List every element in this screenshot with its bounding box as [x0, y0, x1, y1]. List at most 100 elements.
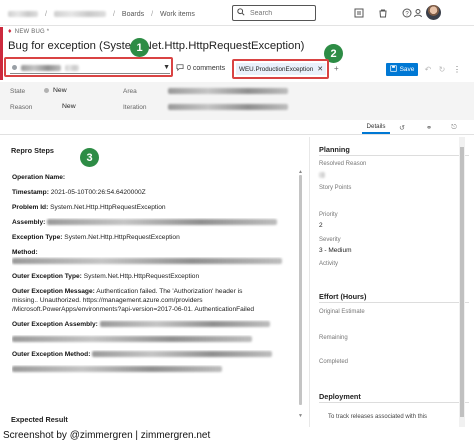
bug-icon: ♦: [8, 28, 12, 35]
repro-steps-title: Repro Steps: [11, 146, 54, 155]
blurred-outer-method: [92, 351, 273, 358]
completed-label: Completed: [319, 359, 349, 365]
blurred-assignee: [21, 64, 61, 71]
planning-divider: [319, 155, 469, 156]
search-input[interactable]: [250, 9, 306, 17]
person-settings-icon[interactable]: [411, 6, 424, 19]
area-label: Area: [123, 88, 137, 95]
repro-line-outer-message-3: /Microsoft.PowerApps/environments?api-ve…: [12, 306, 255, 313]
bag-icon[interactable]: [376, 6, 389, 19]
severity-field[interactable]: 3 - Medium: [319, 247, 352, 254]
list-icon[interactable]: [352, 6, 365, 19]
assigned-to-field[interactable]: ▼: [10, 62, 170, 74]
repro-line-outer-method: Outer Exception Method:: [12, 350, 302, 359]
repro-line-outer-assembly-2: [12, 335, 302, 344]
user-avatar[interactable]: [426, 5, 441, 20]
work-item-type: ♦ NEW BUG *: [8, 28, 50, 35]
search-box[interactable]: [232, 5, 316, 21]
breadcrumb-work-items[interactable]: Work items: [160, 11, 195, 18]
annotation-badge-1: 1: [130, 38, 149, 57]
tab-details[interactable]: Details: [362, 121, 390, 134]
tab-row: Details ↺ ⚭ ⎋: [0, 120, 474, 135]
state-field[interactable]: New: [44, 87, 67, 94]
history-icon[interactable]: ↺: [396, 122, 408, 133]
annotation-badge-3: 3: [80, 148, 99, 167]
original-estimate-label: Original Estimate: [319, 309, 365, 315]
effort-divider: [319, 302, 469, 303]
blurred-org-name[interactable]: [8, 11, 38, 17]
link-icon[interactable]: ⚭: [423, 122, 435, 133]
chevron-down-icon: ▼: [163, 64, 170, 71]
deployment-text: To track releases associated with this: [328, 414, 428, 420]
blurred-outer-method-2: [12, 366, 222, 373]
blurred-assignee-extra: [65, 64, 79, 71]
repro-line-operation: Operation Name:: [12, 174, 66, 181]
iteration-label: Iteration: [123, 104, 147, 111]
close-icon[interactable]: ✕: [317, 65, 323, 73]
area-field[interactable]: [168, 88, 288, 94]
comments-link[interactable]: 0 comments: [176, 64, 225, 73]
search-icon: [237, 8, 245, 18]
blurred-outer-assembly-2: [12, 336, 252, 343]
refresh-icon[interactable]: ↻: [437, 63, 447, 75]
blurred-iteration-path: [168, 104, 288, 110]
add-tag-button[interactable]: +: [334, 64, 339, 73]
blurred-resolved-reason: [319, 172, 325, 179]
repro-steps-field[interactable]: Operation Name: Timestamp: 2021-05-10T00…: [12, 173, 302, 380]
repro-line-outer-method-2: [12, 365, 302, 374]
severity-label: Severity: [319, 237, 341, 243]
repro-line-outer-message: Outer Exception Message: Authentication …: [12, 288, 243, 295]
save-button[interactable]: Save: [386, 63, 418, 76]
story-points-label: Story Points: [319, 185, 352, 191]
repro-line-outer-assembly: Outer Exception Assembly:: [12, 320, 302, 329]
blurred-area-path: [168, 88, 288, 94]
reason-field[interactable]: New: [62, 103, 76, 110]
planning-title: Planning: [319, 145, 350, 154]
priority-field[interactable]: 2: [319, 222, 323, 229]
more-actions-icon[interactable]: ⋮: [452, 63, 462, 75]
breadcrumb-boards[interactable]: Boards: [122, 11, 144, 18]
attachment-icon[interactable]: ⎋: [448, 122, 460, 133]
repro-line-assembly: Assembly:: [12, 218, 302, 227]
repro-scrollbar[interactable]: ▲ ▼: [298, 147, 303, 427]
main-content: Repro Steps 3 Operation Name: Timestamp:…: [0, 137, 309, 427]
state-dot-icon: [44, 88, 49, 93]
scrollbar-thumb[interactable]: [299, 175, 302, 405]
screenshot-credit: Screenshot by @zimmergren | zimmergren.n…: [3, 430, 211, 441]
repro-line-timestamp: Timestamp: 2021-05-10T00:26:54.6420000Z: [12, 189, 146, 196]
reason-label: Reason: [10, 104, 33, 111]
repro-line-outer-message-2: missing.. Unauthorized. https://manageme…: [12, 297, 203, 304]
right-panel: Planning Resolved Reason Story Points Pr…: [309, 137, 474, 427]
right-scrollbar-thumb[interactable]: [460, 147, 464, 417]
remaining-label: Remaining: [319, 335, 348, 341]
resolved-reason-label: Resolved Reason: [319, 161, 367, 167]
repro-line-exception-type: Exception Type: System.Net.Http.HttpRequ…: [12, 234, 180, 241]
resolved-reason-field[interactable]: [319, 172, 325, 179]
breadcrumb: / / Boards / Work items: [8, 9, 195, 19]
repro-line-method: Method:: [12, 249, 38, 256]
activity-label: Activity: [319, 261, 339, 267]
priority-label: Priority: [319, 212, 338, 218]
blurred-project-name[interactable]: [53, 11, 106, 17]
repro-line-method-value: [12, 257, 302, 266]
work-item-title[interactable]: Bug for exception (System.Net.Http.HttpR…: [8, 40, 304, 52]
blurred-assembly: [47, 219, 278, 226]
deployment-divider: [319, 402, 469, 403]
blurred-outer-assembly: [99, 321, 270, 328]
scroll-down-icon[interactable]: ▼: [298, 413, 303, 419]
repro-line-problem-id: Problem Id: System.Net.Http.HttpRequestE…: [12, 204, 166, 211]
effort-title: Effort (Hours): [319, 292, 367, 301]
tag-chip[interactable]: WEU.ProductionException ✕: [236, 63, 327, 75]
state-label: State: [10, 88, 26, 95]
deployment-title: Deployment: [319, 392, 361, 401]
right-panel-scrollbar[interactable]: [459, 137, 465, 427]
bug-accent-bar: [0, 27, 3, 80]
repro-line-outer-type: Outer Exception Type: System.Net.Http.Ht…: [12, 273, 200, 280]
state-fields-block: State New Reason New Area Iteration: [0, 82, 474, 120]
unassigned-avatar-icon: [12, 65, 17, 70]
comment-icon: [176, 64, 184, 73]
undo-icon[interactable]: ↶: [423, 63, 433, 75]
top-navigation-bar: / / Boards / Work items ?: [0, 0, 474, 26]
iteration-field[interactable]: [168, 104, 288, 110]
save-icon: [389, 65, 397, 74]
